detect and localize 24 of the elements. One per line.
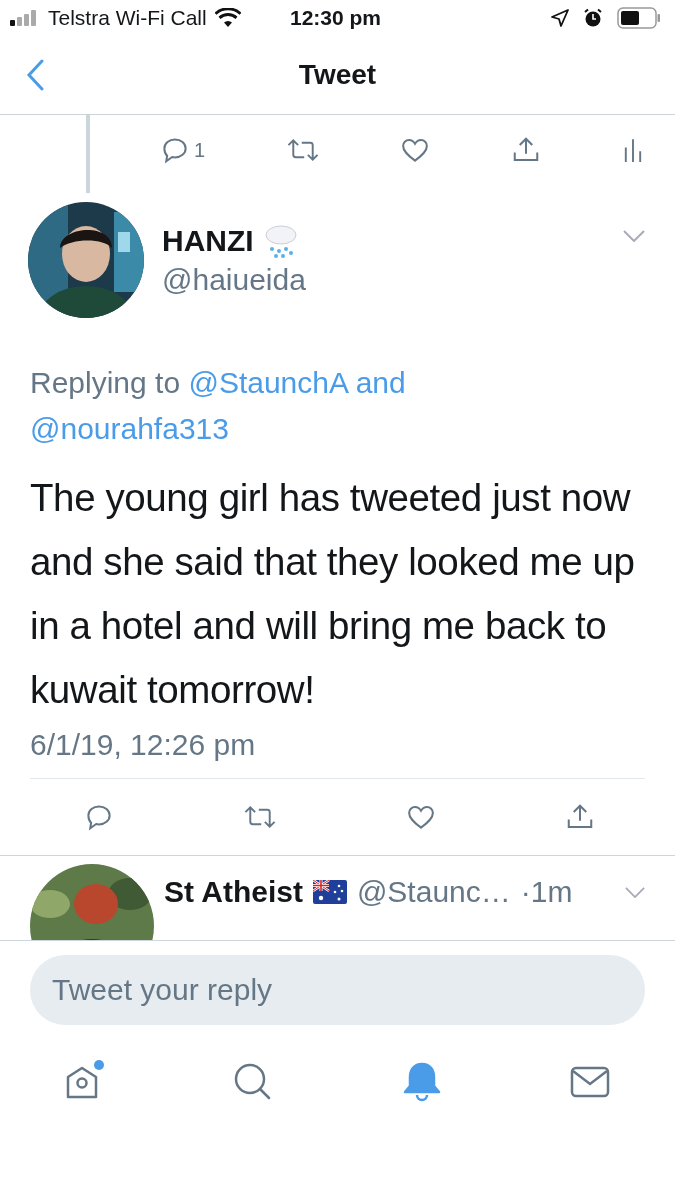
clock-time: 12:30 pm (289, 6, 381, 30)
reply-icon[interactable] (160, 135, 190, 165)
mention-link[interactable]: @nourahfa313 (30, 412, 229, 445)
reply-context: Replying to @StaunchA and @nourahfa313 (30, 365, 407, 447)
wifi-icon (214, 8, 241, 28)
author-handle: @haiueida (162, 263, 307, 297)
alarm-icon (583, 8, 603, 28)
reply-author-name: St Atheist (164, 875, 303, 909)
author-name: HANZI (162, 224, 254, 258)
battery-icon (617, 7, 661, 29)
location-icon (551, 9, 569, 27)
reply-time: ·1m (520, 875, 573, 909)
reply-icon[interactable] (84, 802, 114, 832)
rain-cloud-icon (263, 223, 298, 259)
reply-author-handle: @Staunc… (356, 875, 511, 909)
mention-link[interactable]: @StaunchA and (188, 366, 406, 399)
tweet-timestamp: 6/1/19, 12:26 pm (30, 728, 645, 779)
carrier-name: Telstra Wi-Fi Call (48, 6, 207, 30)
reply-count: 1 (194, 138, 206, 162)
page-title: Tweet (298, 59, 377, 91)
flag-icon (312, 880, 347, 904)
reply-input[interactable]: Tweet your reply (30, 955, 645, 1025)
back-icon[interactable] (26, 59, 44, 91)
tweet-text: The young girl has tweeted just now and she said that they looked me up in a hotel and will bring me back to kuwait tomorrow! (30, 475, 636, 713)
